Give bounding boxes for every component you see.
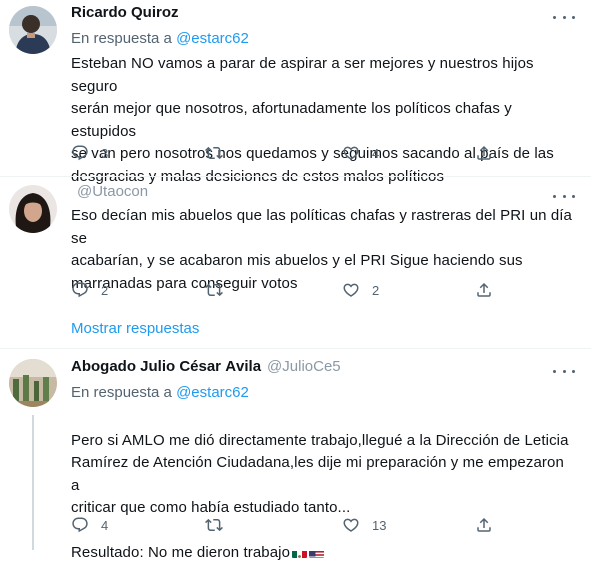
tweet-text: Pero si AMLO me dió directamente trabajo… — [71, 407, 576, 565]
reply-icon — [71, 144, 89, 162]
reply-count: 4 — [101, 517, 109, 533]
avatar[interactable] — [9, 185, 57, 233]
tweet-text-content: Pero si AMLO me dió directamente trabajo… — [71, 431, 569, 562]
reply-count: 3 — [101, 145, 109, 161]
share-button[interactable] — [475, 143, 493, 163]
retweet-icon — [205, 144, 223, 162]
usa-flag-icon — [309, 547, 325, 558]
author-display-name[interactable]: Ricardo Quiroz — [71, 6, 179, 20]
retweet-button[interactable] — [205, 515, 235, 535]
author-display-name[interactable]: Abogado Julio César Ávila — [71, 360, 261, 374]
like-icon — [342, 144, 360, 162]
tweet-actions: 3 4 — [71, 143, 501, 163]
author-handle[interactable]: @JulioCe5 — [267, 360, 341, 374]
retweet-button[interactable] — [205, 143, 235, 163]
author-name[interactable]: @Utaocon — [71, 185, 148, 199]
like-icon — [342, 281, 360, 299]
avatar[interactable] — [9, 359, 57, 407]
author-handle[interactable]: @Utaocon — [77, 185, 148, 199]
tweet-actions: 4 13 — [71, 515, 501, 535]
author-name[interactable]: Ricardo Quiroz — [71, 6, 179, 20]
reply-context: En respuesta a @estarc62 — [71, 384, 249, 401]
reply-handle-link[interactable]: @estarc62 — [176, 30, 249, 47]
like-count: 4 — [372, 145, 380, 161]
share-icon — [475, 144, 493, 162]
tweet-3[interactable]: Abogado Julio César Ávila @JulioCe5 En re… — [0, 349, 591, 561]
more-icon[interactable] — [553, 10, 575, 24]
like-count: 13 — [372, 517, 387, 533]
reply-handle-link[interactable]: @estarc62 — [176, 384, 249, 401]
tweet-actions: 2 2 — [71, 280, 501, 300]
retweet-button[interactable] — [205, 280, 235, 300]
reply-button[interactable]: 3 — [71, 143, 108, 163]
like-count: 2 — [372, 282, 380, 298]
share-button[interactable] — [475, 515, 493, 535]
retweet-icon — [205, 516, 223, 534]
like-icon — [342, 516, 360, 534]
share-icon — [475, 516, 493, 534]
reply-prefix: En respuesta a — [71, 384, 177, 401]
tweet-text: Esteban NO vamos a parar de aspirar a se… — [71, 55, 554, 185]
show-replies-link[interactable]: Mostrar respuestas — [71, 320, 199, 337]
thread-line — [32, 415, 34, 550]
reply-icon — [71, 281, 89, 299]
reply-icon — [71, 516, 89, 534]
reply-prefix: En respuesta a — [71, 30, 177, 47]
share-icon — [475, 281, 493, 299]
like-button[interactable]: 13 — [342, 515, 386, 535]
reply-count: 2 — [101, 282, 109, 298]
retweet-icon — [205, 281, 223, 299]
reply-button[interactable]: 2 — [71, 280, 108, 300]
more-icon[interactable] — [553, 189, 575, 203]
avatar[interactable] — [9, 6, 57, 54]
more-icon[interactable] — [553, 364, 575, 378]
reply-context: En respuesta a @estarc62 — [71, 30, 249, 47]
like-button[interactable]: 2 — [342, 280, 379, 300]
tweet-2[interactable]: @Utaocon Eso decían mis abuelos que las … — [0, 177, 591, 342]
author-name[interactable]: Abogado Julio César Ávila @JulioCe5 — [71, 360, 341, 374]
tweet-1[interactable]: Ricardo Quiroz En respuesta a @estarc62 … — [0, 0, 591, 185]
reply-button[interactable]: 4 — [71, 515, 108, 535]
share-button[interactable] — [475, 280, 493, 300]
like-button[interactable]: 4 — [342, 143, 379, 163]
mexico-flag-icon — [292, 547, 308, 558]
